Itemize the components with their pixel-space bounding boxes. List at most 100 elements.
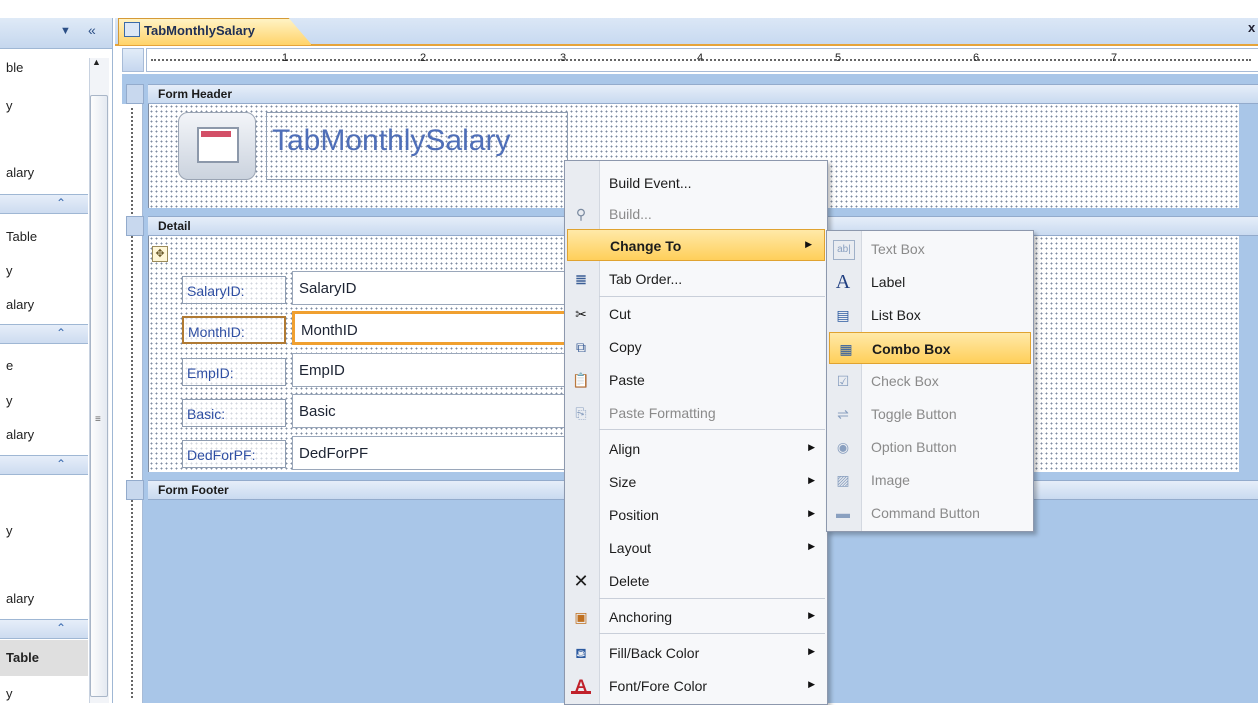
nav-group-header[interactable]: ⌃ bbox=[0, 619, 88, 639]
nav-item[interactable]: alary bbox=[6, 165, 34, 180]
submenu-arrow-icon: ▶ bbox=[805, 239, 812, 249]
nav-item[interactable]: alary bbox=[6, 591, 34, 606]
menu-item-tab-order[interactable]: ≣ Tab Order... bbox=[565, 263, 827, 295]
nav-group-header[interactable]: ⌃ bbox=[0, 324, 88, 344]
empid-field[interactable]: EmpID bbox=[292, 353, 572, 387]
nav-item[interactable]: y bbox=[6, 523, 13, 538]
nav-group-header[interactable]: ⌃ bbox=[0, 455, 88, 475]
submenu-item-command-button[interactable]: ▬ Command Button bbox=[827, 497, 1033, 529]
monthid-field-selected[interactable]: MonthID bbox=[292, 311, 572, 345]
monthid-label[interactable]: MonthID: bbox=[182, 316, 286, 344]
tab-order-icon: ≣ bbox=[575, 271, 587, 287]
dedforpf-label[interactable]: DedForPF: bbox=[182, 440, 286, 468]
label-icon: A bbox=[835, 271, 851, 293]
form-logo[interactable] bbox=[178, 112, 256, 180]
listbox-icon: ▤ bbox=[836, 307, 850, 323]
nav-item[interactable]: alary bbox=[6, 427, 34, 442]
menu-item-build[interactable]: ⚲ Build... bbox=[565, 198, 827, 230]
submenu-arrow-icon: ▶ bbox=[808, 610, 815, 620]
menu-item-layout[interactable]: Layout ▶ bbox=[565, 532, 827, 564]
salaryid-field[interactable]: SalaryID bbox=[292, 271, 572, 305]
nav-item[interactable]: Table bbox=[6, 229, 37, 244]
nav-item[interactable]: alary bbox=[6, 297, 34, 312]
chevron-down-icon[interactable]: ▼ bbox=[60, 25, 71, 37]
grip-icon: ≡ bbox=[95, 414, 101, 425]
menu-item-fill-back-color[interactable]: ⛾ Fill/Back Color ▶ bbox=[565, 637, 827, 669]
submenu-arrow-icon: ▶ bbox=[808, 475, 815, 485]
menu-item-paste-formatting[interactable]: ⎘ Paste Formatting bbox=[565, 397, 827, 429]
submenu-item-option-button[interactable]: ◉ Option Button bbox=[827, 431, 1033, 463]
nav-item[interactable]: ble bbox=[6, 60, 23, 75]
form-selector[interactable] bbox=[122, 48, 144, 72]
nav-item[interactable]: y bbox=[6, 263, 13, 278]
section-selector[interactable] bbox=[126, 216, 144, 236]
submenu-arrow-icon: ▶ bbox=[808, 541, 815, 551]
scissors-icon: ✂ bbox=[575, 306, 587, 322]
submenu-item-image[interactable]: ▨ Image bbox=[827, 464, 1033, 496]
menu-item-align[interactable]: Align ▶ bbox=[565, 433, 827, 465]
menu-item-build-event[interactable]: Build Event... bbox=[565, 167, 827, 199]
nav-item[interactable]: e bbox=[6, 358, 13, 373]
option-button-icon: ◉ bbox=[836, 439, 850, 455]
menu-item-paste[interactable]: 📋 Paste bbox=[565, 364, 827, 396]
submenu-item-combo-box[interactable]: ▦ Combo Box bbox=[829, 332, 1031, 364]
section-selector[interactable] bbox=[126, 84, 144, 104]
nav-scrollbar-thumb[interactable]: ≡ bbox=[90, 95, 108, 697]
menu-item-copy[interactable]: ⧉ Copy bbox=[565, 331, 827, 363]
horizontal-ruler: 1 2 3 4 5 6 7 bbox=[146, 48, 1258, 72]
menu-separator bbox=[599, 598, 825, 599]
layout-move-handle-icon[interactable]: ✥ bbox=[152, 246, 168, 262]
submenu-arrow-icon: ▶ bbox=[808, 508, 815, 518]
ruler-number: 3 bbox=[560, 52, 567, 64]
paste-formatting-icon: ⎘ bbox=[575, 405, 587, 421]
basic-label[interactable]: Basic: bbox=[182, 399, 286, 427]
ruler-number: 5 bbox=[835, 52, 842, 64]
form-icon bbox=[124, 22, 140, 37]
scroll-up-arrow-icon[interactable]: ▲ bbox=[92, 57, 101, 67]
form-title[interactable]: TabMonthlySalary bbox=[272, 124, 510, 158]
close-icon[interactable]: x bbox=[1248, 20, 1255, 35]
ruler-number: 6 bbox=[973, 52, 980, 64]
basic-field[interactable]: Basic bbox=[292, 394, 572, 428]
menu-item-anchoring[interactable]: ▣ Anchoring ▶ bbox=[565, 601, 827, 633]
submenu-item-toggle-button[interactable]: ⇌ Toggle Button bbox=[827, 398, 1033, 430]
double-chevron-up-icon: ⌃ bbox=[56, 621, 67, 635]
dedforpf-field[interactable]: DedForPF bbox=[292, 436, 572, 470]
submenu-item-list-box[interactable]: ▤ List Box bbox=[827, 299, 1033, 331]
nav-item-selected[interactable]: Table bbox=[6, 650, 39, 665]
command-button-icon: ▬ bbox=[836, 505, 850, 521]
document-tab-title[interactable]: TabMonthlySalary bbox=[144, 23, 255, 38]
build-wand-icon: ⚲ bbox=[575, 206, 587, 222]
toggle-button-icon: ⇌ bbox=[837, 406, 849, 422]
menu-item-position[interactable]: Position ▶ bbox=[565, 499, 827, 531]
context-menu: Build Event... ⚲ Build... Change To ▶ ≣ Tab… bbox=[564, 160, 828, 705]
menu-item-cut[interactable]: ✂ Cut bbox=[565, 298, 827, 330]
empid-label[interactable]: EmpID: bbox=[182, 358, 286, 386]
nav-item[interactable]: y bbox=[6, 98, 13, 113]
menu-item-font-fore-color[interactable]: A Font/Fore Color ▶ bbox=[565, 670, 827, 702]
menu-item-change-to[interactable]: Change To ▶ bbox=[567, 229, 825, 261]
salaryid-label[interactable]: SalaryID: bbox=[182, 276, 286, 304]
nav-item[interactable]: y bbox=[6, 686, 13, 701]
nav-item[interactable]: y bbox=[6, 393, 13, 408]
nav-group-header[interactable]: ⌃ bbox=[0, 194, 88, 214]
menu-item-size[interactable]: Size ▶ bbox=[565, 466, 827, 498]
font-color-icon: A bbox=[571, 677, 591, 695]
submenu-arrow-icon: ▶ bbox=[808, 442, 815, 452]
menu-separator bbox=[599, 633, 825, 634]
submenu-item-label[interactable]: A Label bbox=[827, 266, 1033, 298]
ruler-number: 1 bbox=[282, 52, 289, 64]
section-selector[interactable] bbox=[126, 480, 144, 500]
double-chevron-left-icon[interactable]: « bbox=[88, 22, 96, 38]
menu-item-delete[interactable]: ✕ Delete bbox=[565, 565, 827, 597]
ruler-number: 7 bbox=[1111, 52, 1118, 64]
submenu-item-check-box[interactable]: ☑ Check Box bbox=[827, 365, 1033, 397]
ruler-number: 4 bbox=[697, 52, 704, 64]
nav-pane-header: ▼ « bbox=[0, 18, 112, 49]
form-icon-titlebar bbox=[201, 131, 231, 137]
submenu-item-text-box[interactable]: ab| Text Box bbox=[827, 233, 1033, 265]
textbox-icon: ab| bbox=[833, 240, 855, 260]
submenu-arrow-icon: ▶ bbox=[808, 679, 815, 689]
checkbox-icon: ☑ bbox=[836, 373, 850, 389]
band-form-header[interactable]: Form Header bbox=[148, 84, 1258, 104]
